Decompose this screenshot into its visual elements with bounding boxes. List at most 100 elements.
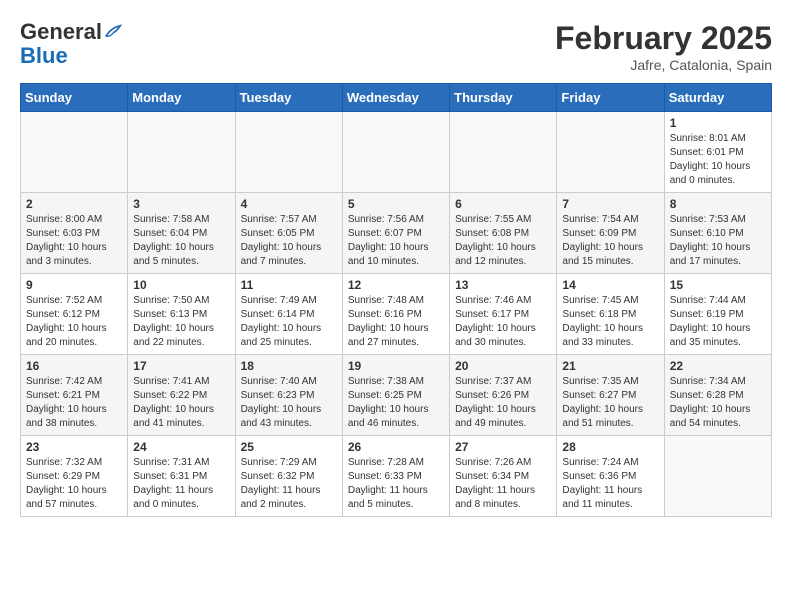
weekday-header-sunday: Sunday [21, 84, 128, 112]
calendar-week-row: 2 Sunrise: 8:00 AM Sunset: 6:03 PM Daylig… [21, 193, 772, 274]
day-info: Sunrise: 7:37 AM Sunset: 6:26 PM Dayligh… [455, 375, 551, 431]
day-number: 5 [348, 197, 444, 211]
calendar-week-row: 1 Sunrise: 8:01 AM Sunset: 6:01 PM Daylig… [21, 112, 772, 193]
calendar-cell: 5 Sunrise: 7:56 AM Sunset: 6:07 PM Daylig… [342, 193, 449, 274]
day-info: Sunrise: 7:35 AM Sunset: 6:27 PM Dayligh… [562, 375, 658, 431]
day-info: Sunrise: 7:49 AM Sunset: 6:14 PM Dayligh… [241, 294, 337, 350]
day-number: 17 [133, 359, 229, 373]
day-info: Sunrise: 7:38 AM Sunset: 6:25 PM Dayligh… [348, 375, 444, 431]
calendar-week-row: 16 Sunrise: 7:42 AM Sunset: 6:21 PM Dayli… [21, 355, 772, 436]
day-number: 26 [348, 440, 444, 454]
day-info: Sunrise: 7:46 AM Sunset: 6:17 PM Dayligh… [455, 294, 551, 350]
calendar-cell: 7 Sunrise: 7:54 AM Sunset: 6:09 PM Daylig… [557, 193, 664, 274]
day-info: Sunrise: 7:26 AM Sunset: 6:34 PM Dayligh… [455, 456, 551, 512]
day-number: 9 [26, 278, 122, 292]
calendar-cell: 19 Sunrise: 7:38 AM Sunset: 6:25 PM Dayli… [342, 355, 449, 436]
day-number: 19 [348, 359, 444, 373]
day-number: 1 [670, 116, 766, 130]
day-info: Sunrise: 7:54 AM Sunset: 6:09 PM Dayligh… [562, 213, 658, 269]
day-info: Sunrise: 7:32 AM Sunset: 6:29 PM Dayligh… [26, 456, 122, 512]
day-info: Sunrise: 7:40 AM Sunset: 6:23 PM Dayligh… [241, 375, 337, 431]
day-number: 7 [562, 197, 658, 211]
day-number: 16 [26, 359, 122, 373]
calendar-cell: 23 Sunrise: 7:32 AM Sunset: 6:29 PM Dayli… [21, 436, 128, 517]
page-header: General Blue February 2025 Jafre, Catalo… [20, 20, 772, 73]
day-number: 4 [241, 197, 337, 211]
calendar-cell: 8 Sunrise: 7:53 AM Sunset: 6:10 PM Daylig… [664, 193, 771, 274]
day-info: Sunrise: 7:24 AM Sunset: 6:36 PM Dayligh… [562, 456, 658, 512]
month-title: February 2025 [555, 20, 772, 57]
calendar-cell [557, 112, 664, 193]
day-info: Sunrise: 7:50 AM Sunset: 6:13 PM Dayligh… [133, 294, 229, 350]
calendar-cell [450, 112, 557, 193]
location-text: Jafre, Catalonia, Spain [555, 57, 772, 73]
logo: General Blue [20, 20, 122, 68]
day-info: Sunrise: 7:28 AM Sunset: 6:33 PM Dayligh… [348, 456, 444, 512]
calendar-cell: 10 Sunrise: 7:50 AM Sunset: 6:13 PM Dayli… [128, 274, 235, 355]
calendar-cell: 4Sunrise: 7:57 AM Sunset: 6:05 PM Daylig… [235, 193, 342, 274]
weekday-header-tuesday: Tuesday [235, 84, 342, 112]
calendar-cell: 13 Sunrise: 7:46 AM Sunset: 6:17 PM Dayli… [450, 274, 557, 355]
day-number: 21 [562, 359, 658, 373]
day-info: Sunrise: 8:00 AM Sunset: 6:03 PM Dayligh… [26, 213, 122, 269]
calendar-cell: 24 Sunrise: 7:31 AM Sunset: 6:31 PM Dayli… [128, 436, 235, 517]
day-number: 25 [241, 440, 337, 454]
calendar-cell: 9 Sunrise: 7:52 AM Sunset: 6:12 PM Daylig… [21, 274, 128, 355]
calendar-cell: 14Sunrise: 7:45 AM Sunset: 6:18 PM Dayli… [557, 274, 664, 355]
calendar-cell [235, 112, 342, 193]
calendar-cell: 20 Sunrise: 7:37 AM Sunset: 6:26 PM Dayli… [450, 355, 557, 436]
day-info: Sunrise: 7:55 AM Sunset: 6:08 PM Dayligh… [455, 213, 551, 269]
day-number: 13 [455, 278, 551, 292]
calendar-cell: 18Sunrise: 7:40 AM Sunset: 6:23 PM Dayli… [235, 355, 342, 436]
day-number: 8 [670, 197, 766, 211]
day-number: 23 [26, 440, 122, 454]
calendar-table: SundayMondayTuesdayWednesdayThursdayFrid… [20, 83, 772, 517]
day-number: 24 [133, 440, 229, 454]
day-number: 3 [133, 197, 229, 211]
calendar-cell [342, 112, 449, 193]
day-number: 27 [455, 440, 551, 454]
day-number: 2 [26, 197, 122, 211]
calendar-cell [128, 112, 235, 193]
calendar-cell: 1 Sunrise: 8:01 AM Sunset: 6:01 PM Daylig… [664, 112, 771, 193]
weekday-header-monday: Monday [128, 84, 235, 112]
calendar-header-row: SundayMondayTuesdayWednesdayThursdayFrid… [21, 84, 772, 112]
day-info: Sunrise: 7:31 AM Sunset: 6:31 PM Dayligh… [133, 456, 229, 512]
day-info: Sunrise: 7:56 AM Sunset: 6:07 PM Dayligh… [348, 213, 444, 269]
calendar-cell: 6 Sunrise: 7:55 AM Sunset: 6:08 PM Daylig… [450, 193, 557, 274]
calendar-cell: 11 Sunrise: 7:49 AM Sunset: 6:14 PM Dayli… [235, 274, 342, 355]
day-info: Sunrise: 7:48 AM Sunset: 6:16 PM Dayligh… [348, 294, 444, 350]
day-info: Sunrise: 7:45 AM Sunset: 6:18 PM Dayligh… [562, 294, 658, 350]
day-info: Sunrise: 7:29 AM Sunset: 6:32 PM Dayligh… [241, 456, 337, 512]
day-info: Sunrise: 7:34 AM Sunset: 6:28 PM Dayligh… [670, 375, 766, 431]
calendar-cell [21, 112, 128, 193]
day-number: 20 [455, 359, 551, 373]
day-number: 12 [348, 278, 444, 292]
day-info: Sunrise: 7:41 AM Sunset: 6:22 PM Dayligh… [133, 375, 229, 431]
day-number: 28 [562, 440, 658, 454]
calendar-cell: 22 Sunrise: 7:34 AM Sunset: 6:28 PM Dayli… [664, 355, 771, 436]
calendar-cell: 17 Sunrise: 7:41 AM Sunset: 6:22 PM Dayli… [128, 355, 235, 436]
weekday-header-wednesday: Wednesday [342, 84, 449, 112]
calendar-cell: 27 Sunrise: 7:26 AM Sunset: 6:34 PM Dayli… [450, 436, 557, 517]
day-info: Sunrise: 7:58 AM Sunset: 6:04 PM Dayligh… [133, 213, 229, 269]
calendar-cell: 28 Sunrise: 7:24 AM Sunset: 6:36 PM Dayli… [557, 436, 664, 517]
calendar-cell: 2 Sunrise: 8:00 AM Sunset: 6:03 PM Daylig… [21, 193, 128, 274]
day-info: Sunrise: 7:52 AM Sunset: 6:12 PM Dayligh… [26, 294, 122, 350]
day-number: 6 [455, 197, 551, 211]
weekday-header-thursday: Thursday [450, 84, 557, 112]
logo-general-text: General [20, 20, 102, 44]
calendar-cell: 26 Sunrise: 7:28 AM Sunset: 6:33 PM Dayli… [342, 436, 449, 517]
calendar-week-row: 23 Sunrise: 7:32 AM Sunset: 6:29 PM Dayli… [21, 436, 772, 517]
day-info: Sunrise: 7:53 AM Sunset: 6:10 PM Dayligh… [670, 213, 766, 269]
day-info: Sunrise: 7:42 AM Sunset: 6:21 PM Dayligh… [26, 375, 122, 431]
calendar-cell: 16 Sunrise: 7:42 AM Sunset: 6:21 PM Dayli… [21, 355, 128, 436]
day-number: 11 [241, 278, 337, 292]
day-info: Sunrise: 8:01 AM Sunset: 6:01 PM Dayligh… [670, 132, 766, 188]
calendar-cell: 21 Sunrise: 7:35 AM Sunset: 6:27 PM Dayli… [557, 355, 664, 436]
logo-bird-icon [104, 23, 122, 41]
day-number: 22 [670, 359, 766, 373]
title-block: February 2025 Jafre, Catalonia, Spain [555, 20, 772, 73]
day-number: 10 [133, 278, 229, 292]
calendar-cell: 12 Sunrise: 7:48 AM Sunset: 6:16 PM Dayli… [342, 274, 449, 355]
